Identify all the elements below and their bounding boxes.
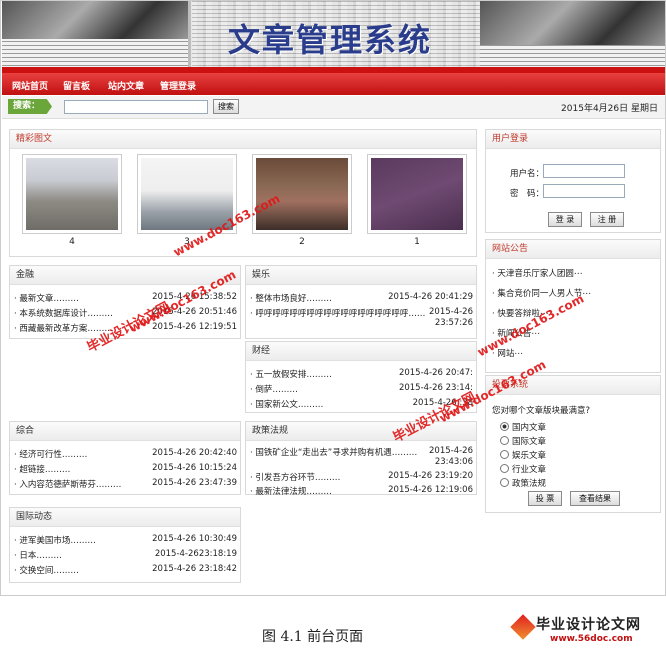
main-nav: 网站首页 留言板 站内文章 管理登录 xyxy=(2,73,665,95)
screenshot-frame: 文章管理系统 网站首页 留言板 站内文章 管理登录 搜索： 搜索 2015年4月… xyxy=(0,0,666,596)
vote-option[interactable]: 行业文章 xyxy=(500,463,546,475)
panel-title: 精彩图文 xyxy=(10,130,476,149)
vote-option[interactable]: 政策法规 xyxy=(500,477,546,489)
search-bar: 搜索： 搜索 2015年4月26日 星期日 xyxy=(2,96,665,119)
search-label: 搜索： xyxy=(8,99,52,114)
vote-option[interactable]: 娱乐文章 xyxy=(500,449,546,461)
gallery-thumb-1[interactable] xyxy=(367,154,467,234)
vote-question: 您对哪个文章版块最满意? xyxy=(492,406,591,416)
panel-title: 综合 xyxy=(10,422,240,441)
search-input[interactable] xyxy=(64,100,208,114)
figure-caption: 图 4.1 前台页面 xyxy=(262,629,364,645)
vote-option[interactable]: 国内文章 xyxy=(500,421,546,433)
entertainment-panel: 娱乐 · 整体市场良好……… 2015-4-26 20:41:29 · 呼呼呼呼呼… xyxy=(245,265,477,339)
vote-option[interactable]: 国际文章 xyxy=(500,435,546,447)
password-label: 密 码： xyxy=(510,189,545,199)
gallery-thumb-4[interactable] xyxy=(22,154,122,234)
current-date: 2015年4月26日 星期日 xyxy=(561,104,658,114)
gallery-thumb-2[interactable] xyxy=(252,154,352,234)
gallery-panel: 精彩图文 4 3 2 1 xyxy=(9,129,477,257)
username-label: 用户名： xyxy=(510,169,545,179)
logo-url: www.56doc.com xyxy=(550,634,633,644)
vote-panel: 投票系统 您对哪个文章版块最满意? 国内文章 国际文章 娱乐文章 行业文章 政策… xyxy=(485,375,661,513)
gallery-caption: 1 xyxy=(414,237,420,247)
vote-button[interactable]: 投 票 xyxy=(528,491,562,506)
banner-photo xyxy=(2,1,188,39)
notice-item[interactable]: · 天津音乐厅家人团圆⋯ xyxy=(492,267,582,279)
login-button[interactable]: 登 录 xyxy=(548,212,582,227)
logo-icon xyxy=(510,614,536,640)
site-banner: 文章管理系统 xyxy=(2,1,665,73)
panel-title: 财经 xyxy=(246,342,476,361)
international-panel: 国际动态 · 进军美国市场……… 2015-4-26 10:30:49 · 日本…… xyxy=(9,507,241,583)
list-item[interactable]: · 国铁矿企业“走出去”寻求并购有机遇……… 2015-4-26 23:43:06 xyxy=(250,446,473,470)
login-panel: 用户登录 用户名： 密 码： 登 录 注 册 xyxy=(485,129,661,233)
panel-title: 网站公告 xyxy=(486,240,660,259)
nav-home[interactable]: 网站首页 xyxy=(12,79,48,92)
site-title: 文章管理系统 xyxy=(228,21,433,59)
panel-title: 政策法规 xyxy=(246,422,476,441)
panel-title: 用户登录 xyxy=(486,130,660,149)
general-panel: 综合 · 经济可行性……… 2015-4-26 20:42:40 · 超链接………… xyxy=(9,421,241,495)
panel-title: 国际动态 xyxy=(10,508,240,527)
nav-articles[interactable]: 站内文章 xyxy=(108,79,144,92)
register-button[interactable]: 注 册 xyxy=(590,212,624,227)
view-results-button[interactable]: 查看结果 xyxy=(570,491,620,506)
gallery-caption: 4 xyxy=(69,237,75,247)
password-input[interactable] xyxy=(543,184,625,198)
policy-panel: 政策法规 · 国铁矿企业“走出去”寻求并购有机遇……… 2015-4-26 23:… xyxy=(245,421,477,497)
list-item[interactable]: · 呼呼呼呼呼呼呼呼呼呼呼呼呼呼呼呼呼呼……… 2015-4-26 23:57:2… xyxy=(250,307,473,331)
nav-guestbook[interactable]: 留言板 xyxy=(63,79,90,92)
nav-admin-login[interactable]: 管理登录 xyxy=(160,79,196,92)
panel-title: 娱乐 xyxy=(246,266,476,285)
username-input[interactable] xyxy=(543,164,625,178)
search-button[interactable]: 搜索 xyxy=(213,99,239,114)
gallery-caption: 2 xyxy=(299,237,305,247)
site-logo: 毕业设计论文网 www.56doc.com xyxy=(510,612,664,648)
logo-name: 毕业设计论文网 xyxy=(536,617,641,633)
banner-photo xyxy=(480,1,665,45)
